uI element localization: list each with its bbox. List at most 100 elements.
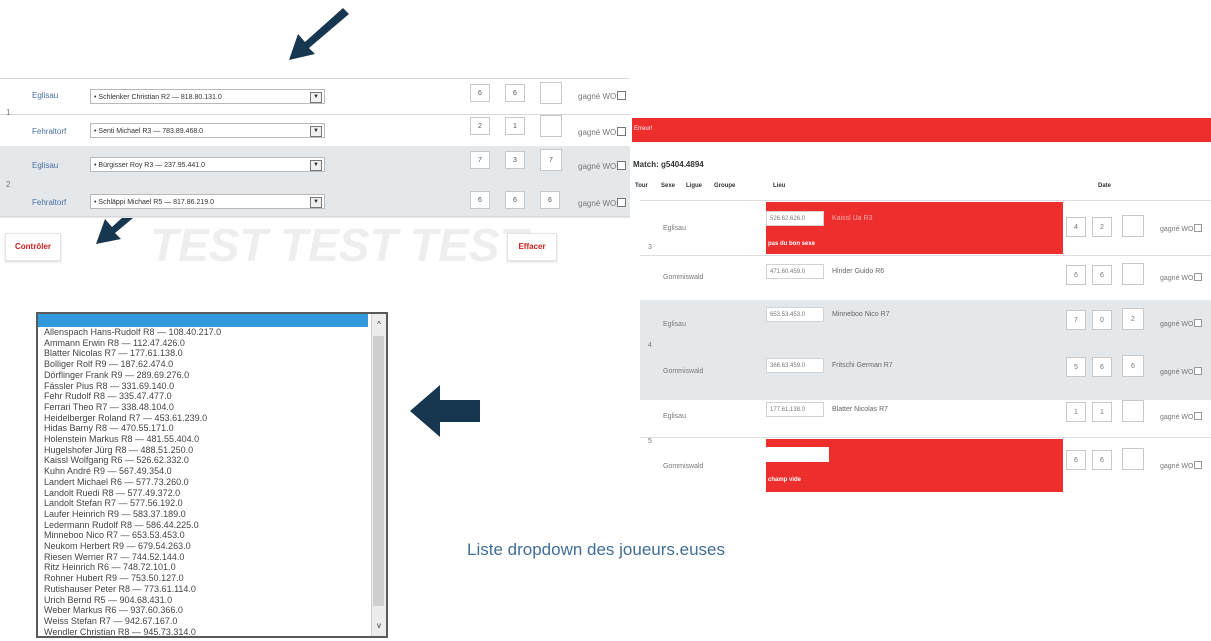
list-item[interactable]: Bolliger Rolf R9 — 187.62.474.0: [44, 359, 221, 370]
wo-checkbox[interactable]: [1194, 412, 1203, 420]
wo-checkbox[interactable]: [617, 127, 627, 136]
list-item[interactable]: Urich Bernd R5 — 904.68.431.0: [44, 595, 221, 606]
list-item[interactable]: Rutishauser Peter R8 — 773.61.114.0: [44, 584, 221, 595]
wo-checkbox[interactable]: [1194, 224, 1203, 232]
score-input-set1[interactable]: 6: [470, 191, 490, 209]
wo-checkbox[interactable]: [617, 161, 627, 170]
player-select[interactable]: • Schläppi Michael R5 — 817.86.219.0 ▼: [90, 194, 325, 209]
chevron-down-icon[interactable]: v: [373, 621, 385, 630]
list-item[interactable]: Ammann Erwin R8 — 112.47.426.0: [44, 338, 221, 349]
list-item[interactable]: Rohner Hubert R9 — 753.50.127.0: [44, 573, 221, 584]
score-input-set2[interactable]: 0: [1092, 310, 1112, 330]
list-item[interactable]: Landolt Ruedi R8 — 577.49.372.0: [44, 488, 221, 499]
score-input-set3[interactable]: 2: [1122, 308, 1144, 330]
list-item[interactable]: Minneboo Nico R7 — 653.53.453.0: [44, 530, 221, 541]
list-item[interactable]: Fehr Rudolf R8 — 335.47.477.0: [44, 391, 221, 402]
wo-checkbox-label[interactable]: gagné WO: [578, 91, 627, 101]
list-item[interactable]: Weber Markus R6 — 937.60.366.0: [44, 605, 221, 616]
clear-button[interactable]: Effacer: [507, 233, 557, 261]
wo-checkbox[interactable]: [617, 198, 627, 207]
list-item[interactable]: Dörflinger Frank R9 — 289.69.276.0: [44, 370, 221, 381]
score-input-set3[interactable]: 7: [540, 149, 562, 171]
score-input-set2[interactable]: 6: [505, 84, 525, 102]
wo-checkbox-label[interactable]: gagné WO: [1160, 412, 1203, 421]
score-input-set1[interactable]: 2: [470, 117, 490, 135]
list-item[interactable]: Hidas Barny R8 — 470.55.171.0: [44, 423, 221, 434]
highlighted-option[interactable]: [38, 314, 368, 327]
score-input-set1[interactable]: 6: [470, 84, 490, 102]
club-link[interactable]: Fehraltorf: [32, 127, 66, 136]
score-input-set3[interactable]: 6: [540, 191, 560, 209]
wo-checkbox[interactable]: [1194, 319, 1203, 327]
check-button[interactable]: Contrôler: [5, 233, 61, 261]
score-input-set3[interactable]: [540, 82, 562, 104]
score-input-set2[interactable]: 6: [1092, 357, 1112, 377]
wo-checkbox-label[interactable]: gagné WO: [1160, 319, 1203, 328]
score-input-set2[interactable]: 6: [1092, 265, 1112, 285]
scrollbar-thumb[interactable]: [373, 336, 384, 606]
score-input-set2[interactable]: 1: [505, 117, 525, 135]
license-input[interactable]: 471.60.459.0: [766, 264, 824, 279]
license-input[interactable]: 177.61.138.0: [766, 402, 824, 417]
wo-checkbox[interactable]: [1194, 367, 1203, 375]
wo-checkbox[interactable]: [1194, 273, 1203, 281]
score-input-set1[interactable]: 6: [1066, 265, 1086, 285]
score-input-set1[interactable]: 7: [470, 151, 490, 169]
player-select[interactable]: • Schlenker Christian R2 — 818.80.131.0 ▼: [90, 89, 325, 104]
score-input-set1[interactable]: 7: [1066, 310, 1086, 330]
score-input-set3[interactable]: [1122, 263, 1144, 285]
score-input-set2[interactable]: 6: [505, 191, 525, 209]
list-item[interactable]: Laufer Heinrich R9 — 583.37.189.0: [44, 509, 221, 520]
list-item[interactable]: Heidelberger Roland R7 — 453.61.239.0: [44, 413, 221, 424]
score-input-set2[interactable]: 2: [1092, 217, 1112, 237]
license-input[interactable]: 653.53.453.0: [766, 307, 824, 322]
list-item[interactable]: Hugelshofer Jürg R8 — 488.51.250.0: [44, 445, 221, 456]
list-item[interactable]: Holenstein Markus R8 — 481.55.404.0: [44, 434, 221, 445]
player-dropdown-list[interactable]: Allenspach Hans-Rudolf R8 — 108.40.217.0…: [36, 312, 388, 638]
wo-checkbox[interactable]: [1194, 461, 1203, 469]
score-input-set3[interactable]: 6: [1122, 355, 1144, 377]
score-input-set2[interactable]: 6: [1092, 450, 1112, 470]
score-input-set2[interactable]: 3: [505, 151, 525, 169]
club-link[interactable]: Eglisau: [32, 91, 58, 100]
club-link[interactable]: Fehraltorf: [32, 198, 66, 207]
list-item[interactable]: Kaissl Wolfgang R6 — 526.62.332.0: [44, 455, 221, 466]
score-input-set2[interactable]: 1: [1092, 402, 1112, 422]
list-item[interactable]: Weiss Stefan R7 — 942.67.167.0: [44, 616, 221, 627]
list-item[interactable]: Riesen Werner R7 — 744.52.144.0: [44, 552, 221, 563]
score-input-set3[interactable]: [1122, 400, 1144, 422]
score-input-set3[interactable]: [1122, 448, 1144, 470]
club-link[interactable]: Eglisau: [32, 161, 58, 170]
score-input-set1[interactable]: 1: [1066, 402, 1086, 422]
list-item[interactable]: Ledermann Rudolf R8 — 586.44.225.0: [44, 520, 221, 531]
score-input-set3[interactable]: [1122, 215, 1144, 237]
player-select[interactable]: • Bürgisser Roy R3 — 237.95.441.0 ▼: [90, 157, 325, 172]
list-item[interactable]: Allenspach Hans-Rudolf R8 — 108.40.217.0: [44, 327, 221, 338]
list-item[interactable]: Blatter Nicolas R7 — 177.61.138.0: [44, 348, 221, 359]
list-item[interactable]: Ritz Heinrich R6 — 748.72.101.0: [44, 562, 221, 573]
wo-checkbox-label[interactable]: gagné WO: [1160, 273, 1203, 282]
wo-checkbox-label[interactable]: gagné WO: [1160, 224, 1203, 233]
wo-checkbox-label[interactable]: gagné WO: [1160, 461, 1203, 470]
chevron-up-icon[interactable]: ^: [373, 320, 385, 329]
score-input-set1[interactable]: 4: [1066, 217, 1086, 237]
license-input[interactable]: 526.62.626.0: [766, 211, 824, 226]
list-item[interactable]: Fässler Pius R8 — 331.69.140.0: [44, 381, 221, 392]
list-item[interactable]: Ferrari Theo R7 — 338.48.104.0: [44, 402, 221, 413]
license-input[interactable]: 366.63.459.0: [766, 358, 824, 373]
player-select[interactable]: • Senti Michael R3 — 783.89.468.0 ▼: [90, 123, 325, 138]
list-item[interactable]: Wendler Christian R8 — 945.73.314.0: [44, 627, 221, 636]
list-item[interactable]: Landert Michael R6 — 577.73.260.0: [44, 477, 221, 488]
list-item[interactable]: Neukom Herbert R9 — 679.54.263.0: [44, 541, 221, 552]
list-item[interactable]: Landolt Stefan R7 — 577.56.192.0: [44, 498, 221, 509]
score-input-set1[interactable]: 5: [1066, 357, 1086, 377]
wo-checkbox-label[interactable]: gagné WO: [578, 198, 627, 208]
wo-checkbox-label[interactable]: gagné WO: [1160, 367, 1203, 376]
wo-checkbox-label[interactable]: gagné WO: [578, 161, 627, 171]
list-item[interactable]: Kuhn André R9 — 567.49.354.0: [44, 466, 221, 477]
wo-checkbox[interactable]: [617, 91, 627, 100]
scrollbar[interactable]: ^ v: [371, 314, 386, 636]
score-input-set3[interactable]: [540, 115, 562, 137]
score-input-set1[interactable]: 6: [1066, 450, 1086, 470]
wo-checkbox-label[interactable]: gagné WO: [578, 127, 627, 137]
